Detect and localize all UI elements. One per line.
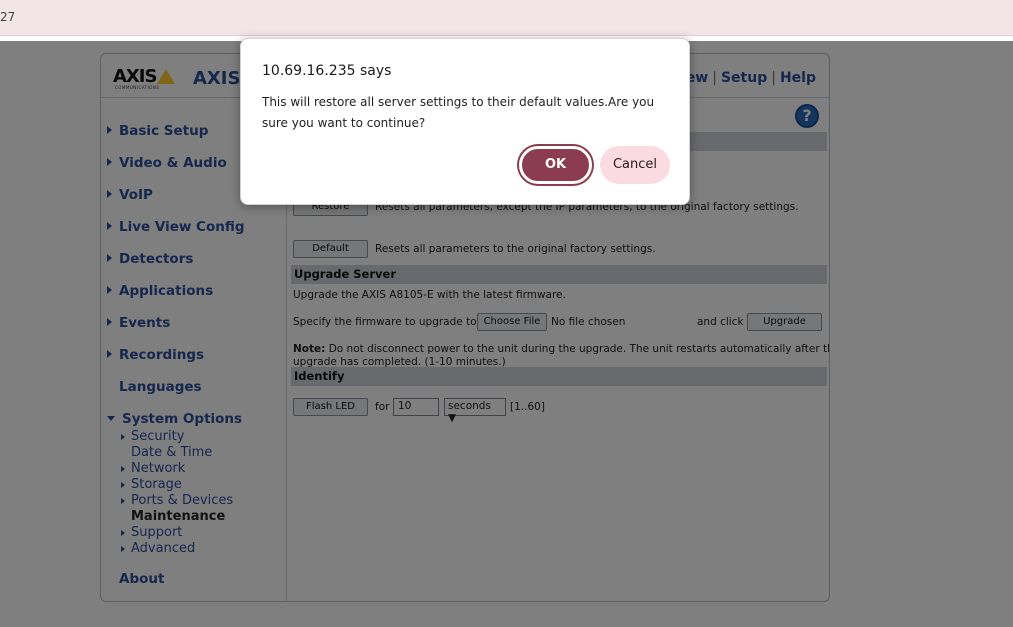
confirm-dialog: 10.69.16.235 says This will restore all … [240,38,690,205]
dialog-title: 10.69.16.235 says [262,63,392,79]
browser-title-fragment: 27 [0,10,16,24]
ok-button[interactable]: OK [519,146,592,184]
cancel-button[interactable]: Cancel [600,146,670,184]
browser-top-bar: 27 [0,0,1013,36]
dialog-message: This will restore all server settings to… [262,95,655,130]
